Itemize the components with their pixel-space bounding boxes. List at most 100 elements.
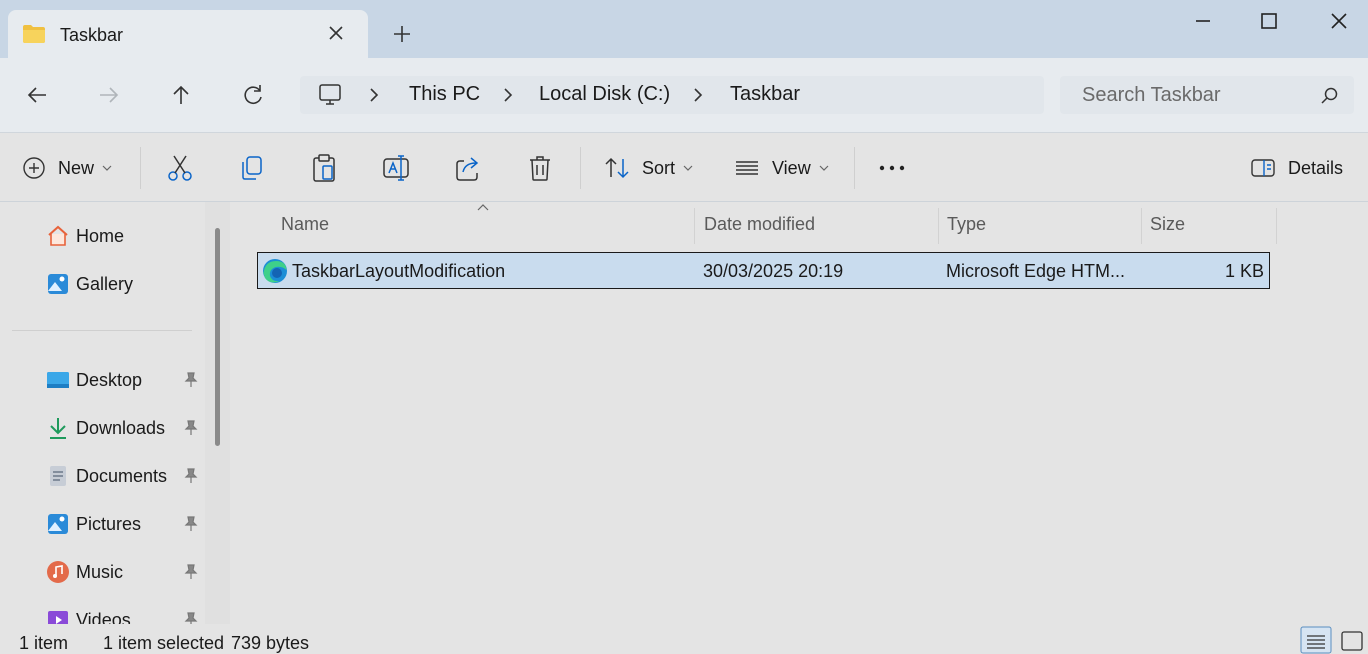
view-button[interactable]: View xyxy=(734,153,829,183)
details-view-icon[interactable] xyxy=(1300,626,1332,654)
sidebar-item-label: Pictures xyxy=(76,513,142,534)
search-input[interactable]: Search Taskbar xyxy=(1082,84,1221,107)
column-separator[interactable] xyxy=(1141,208,1142,244)
forward-button[interactable] xyxy=(96,82,122,108)
file-type: Microsoft Edge HTM... xyxy=(946,261,1126,281)
tab-taskbar[interactable]: Taskbar xyxy=(8,10,368,58)
breadcrumb[interactable]: This PC Local Disk (C:) Taskbar xyxy=(300,76,1044,114)
folder-icon xyxy=(23,25,45,43)
sidebar-scrollbar[interactable] xyxy=(205,202,230,624)
chevron-right-icon[interactable] xyxy=(366,86,382,104)
column-separator[interactable] xyxy=(938,208,939,244)
scrollbar-thumb[interactable] xyxy=(215,228,220,446)
tiles-view-icon[interactable] xyxy=(1336,626,1368,654)
file-date-modified: 30/03/2025 20:19 xyxy=(703,261,844,281)
music-icon xyxy=(47,561,69,583)
pin-icon[interactable] xyxy=(184,372,198,388)
gallery-icon xyxy=(48,274,68,294)
details-pane-icon xyxy=(1251,159,1275,177)
back-button[interactable] xyxy=(24,82,50,108)
new-button[interactable]: New xyxy=(22,153,112,183)
cut-icon[interactable] xyxy=(166,153,194,183)
refresh-button[interactable] xyxy=(240,82,266,108)
sidebar-item-gallery[interactable]: Gallery xyxy=(46,270,133,298)
more-options-icon[interactable] xyxy=(878,153,906,183)
column-header-size[interactable]: Size xyxy=(1150,214,1185,235)
sidebar-item-label: Videos xyxy=(76,609,131,625)
downloads-icon xyxy=(50,418,66,439)
pin-icon[interactable] xyxy=(184,420,198,436)
edge-browser-icon xyxy=(263,259,287,283)
search-box[interactable]: Search Taskbar xyxy=(1060,76,1354,114)
selected-count: 1 item selected xyxy=(103,633,225,653)
sidebar-item-desktop[interactable]: Desktop xyxy=(46,366,142,394)
sidebar-item-videos[interactable]: Videos xyxy=(46,606,131,624)
close-window-button[interactable] xyxy=(1326,8,1352,34)
details-label: Details xyxy=(1288,157,1344,178)
share-icon[interactable] xyxy=(454,153,482,183)
column-separator[interactable] xyxy=(694,208,695,244)
command-bar: New Sort View Details xyxy=(0,132,1368,202)
sidebar-item-music[interactable]: Music xyxy=(46,558,123,586)
title-bar: Taskbar xyxy=(0,0,1368,58)
paste-icon[interactable] xyxy=(310,153,338,183)
selected-size: 739 bytes xyxy=(231,633,310,653)
column-separator[interactable] xyxy=(1276,208,1277,244)
pictures-icon xyxy=(48,514,68,534)
sort-label: Sort xyxy=(642,157,676,178)
chevron-down-icon xyxy=(683,165,693,171)
new-label: New xyxy=(58,157,95,178)
new-tab-button[interactable] xyxy=(390,22,414,46)
sidebar-item-home[interactable]: Home xyxy=(46,222,124,250)
sidebar-item-label: Home xyxy=(76,225,125,246)
copy-icon[interactable] xyxy=(238,153,266,183)
chevron-down-icon xyxy=(819,165,829,171)
sidebar-item-label: Documents xyxy=(76,465,168,486)
separator xyxy=(140,147,141,189)
table-row[interactable]: TaskbarLayoutModification 30/03/2025 20:… xyxy=(257,252,1270,289)
column-header-date-modified[interactable]: Date modified xyxy=(704,214,815,235)
pin-icon[interactable] xyxy=(184,612,198,624)
separator xyxy=(854,147,855,189)
sort-button[interactable]: Sort xyxy=(604,153,693,183)
chevron-down-icon xyxy=(102,165,112,171)
chevron-right-icon[interactable] xyxy=(500,86,516,104)
sidebar-item-documents[interactable]: Documents xyxy=(46,462,167,490)
sidebar-item-label: Gallery xyxy=(76,273,134,294)
rename-icon[interactable] xyxy=(382,153,410,183)
desktop-icon xyxy=(47,372,69,388)
view-list-icon xyxy=(736,161,758,175)
column-header-type[interactable]: Type xyxy=(947,214,986,235)
sidebar-item-downloads[interactable]: Downloads xyxy=(46,414,165,442)
sidebar-item-pictures[interactable]: Pictures xyxy=(46,510,141,538)
sort-ascending-icon xyxy=(477,204,489,211)
sidebar-item-label: Downloads xyxy=(76,417,166,438)
pin-icon[interactable] xyxy=(184,564,198,580)
navigation-pane: Home Gallery Desktop Downloads Documents xyxy=(0,202,230,624)
pin-icon[interactable] xyxy=(184,516,198,532)
sidebar-item-label: Music xyxy=(76,561,124,582)
chevron-right-icon[interactable] xyxy=(690,86,706,104)
breadcrumb-taskbar[interactable]: Taskbar xyxy=(730,83,800,106)
search-icon[interactable] xyxy=(1320,86,1340,106)
videos-icon xyxy=(48,611,68,624)
up-button[interactable] xyxy=(168,82,194,108)
minimize-button[interactable] xyxy=(1190,8,1216,34)
pin-icon[interactable] xyxy=(184,468,198,484)
home-icon xyxy=(48,225,68,246)
breadcrumb-local-disk[interactable]: Local Disk (C:) xyxy=(539,83,670,106)
item-count: 1 item xyxy=(19,633,69,653)
details-button[interactable]: Details xyxy=(1250,153,1343,183)
column-header-name[interactable]: Name xyxy=(281,214,329,235)
maximize-button[interactable] xyxy=(1256,8,1282,34)
plus-circle-icon xyxy=(23,157,45,179)
separator xyxy=(580,147,581,189)
status-bar: 1 item 1 item selected 739 bytes xyxy=(0,624,1368,654)
documents-icon xyxy=(50,466,66,486)
breadcrumb-this-pc[interactable]: This PC xyxy=(409,83,480,106)
close-icon[interactable] xyxy=(324,21,348,45)
tab-title: Taskbar xyxy=(60,25,124,45)
file-size: 1 KB xyxy=(1224,261,1264,281)
delete-icon[interactable] xyxy=(526,153,554,183)
this-pc-icon[interactable] xyxy=(316,82,344,108)
